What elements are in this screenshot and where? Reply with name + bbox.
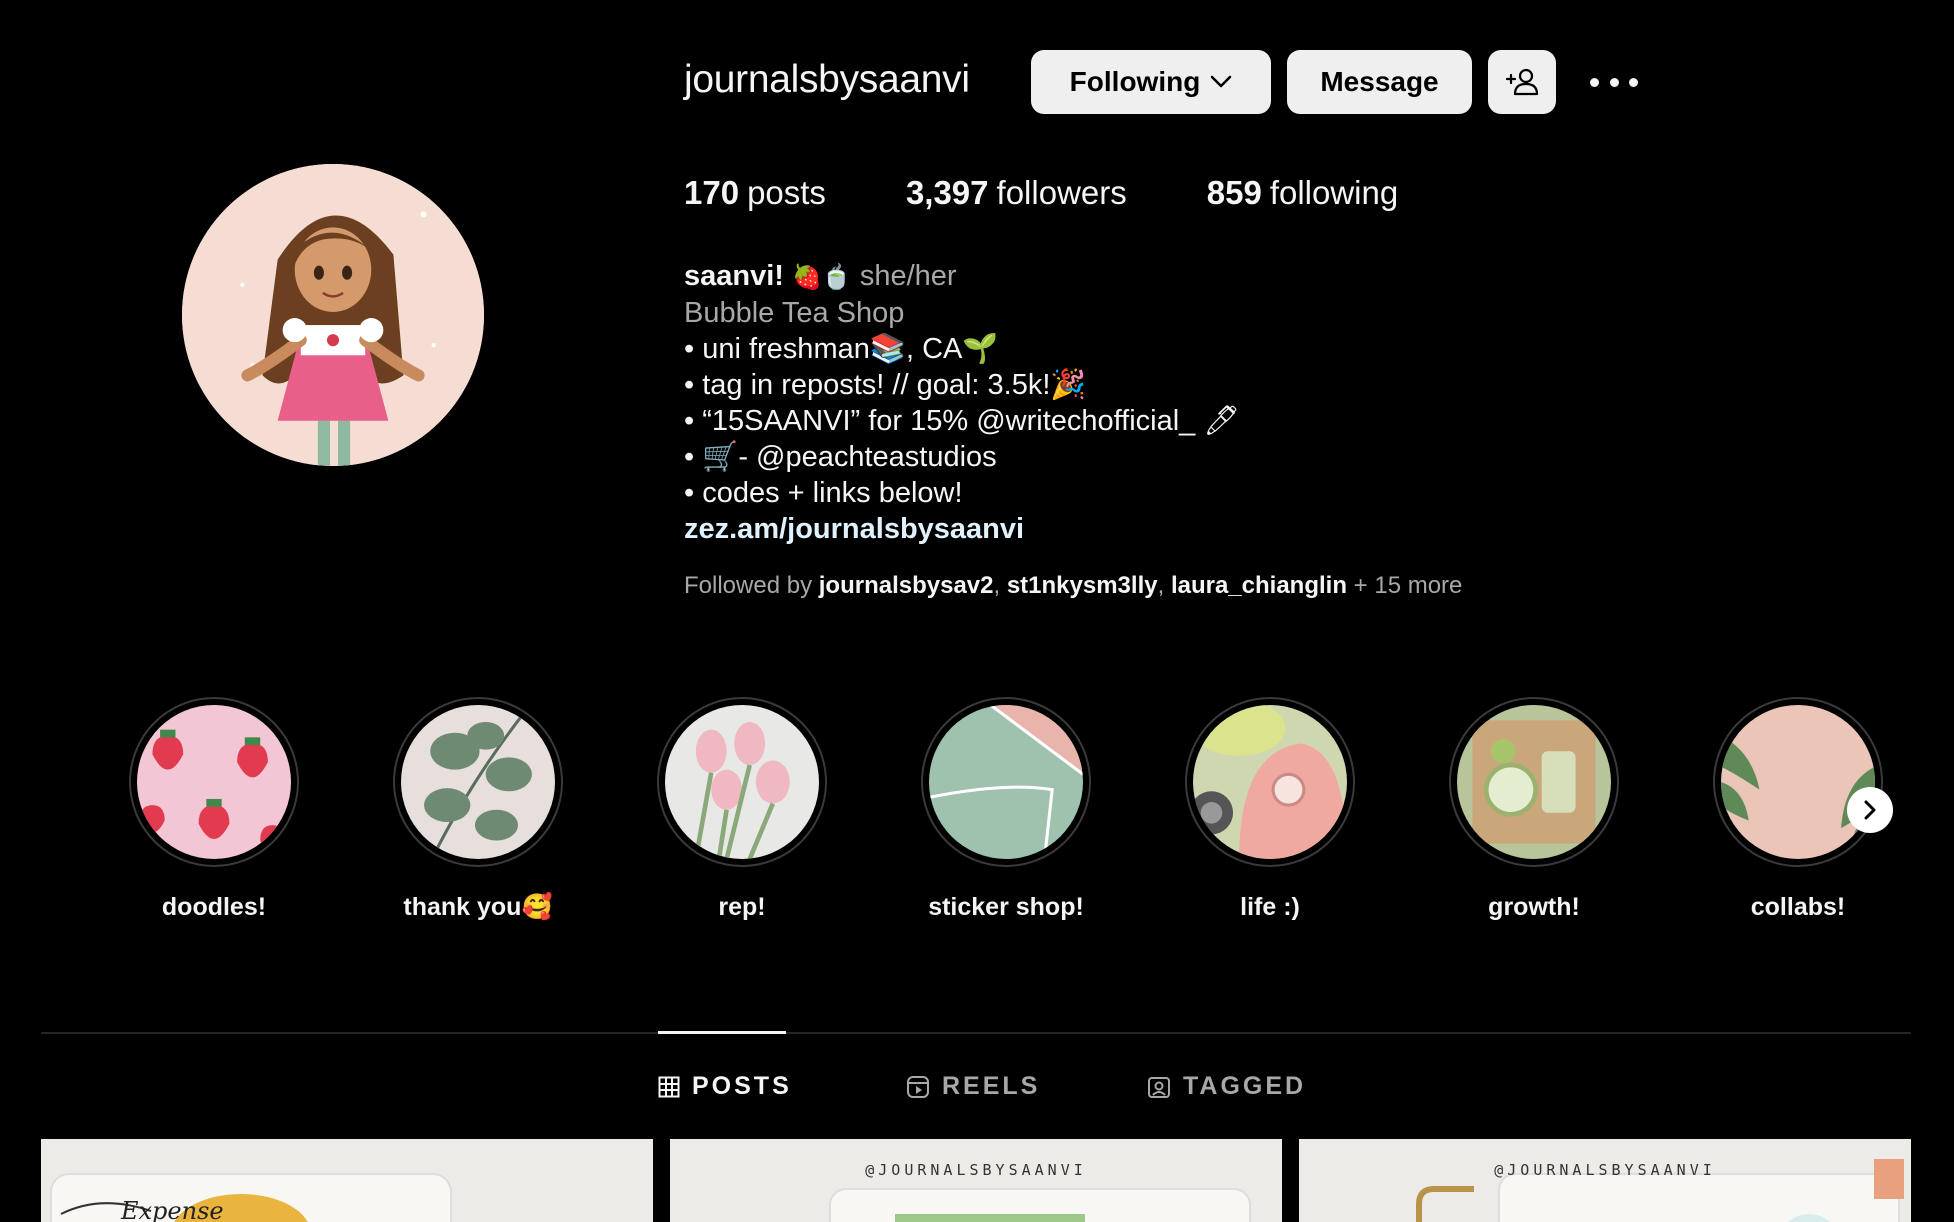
bio-pronouns: she/her — [859, 260, 957, 292]
posts-count: 170 — [684, 174, 740, 211]
tab-reels[interactable]: REELS — [906, 1072, 1040, 1101]
more-options-icon[interactable] — [1590, 64, 1638, 100]
followed-by-prefix: Followed by — [684, 572, 813, 599]
following-stat[interactable]: 859 following — [1207, 174, 1398, 212]
highlight-ring — [1185, 697, 1355, 867]
highlight-growth[interactable]: growth! — [1434, 697, 1634, 922]
bio-link[interactable]: zez.am/journalsbysaanvi — [684, 511, 1384, 547]
followed-by-user-1: journalsbysav2 — [818, 572, 994, 599]
highlight-label: growth! — [1488, 893, 1580, 921]
highlight-ring — [129, 697, 299, 867]
reels-icon — [907, 1075, 929, 1098]
suggest-users-button[interactable] — [1488, 50, 1556, 114]
posts-stat: 170 posts — [684, 174, 826, 212]
highlight-sticker-shop[interactable]: sticker shop! — [906, 697, 1106, 922]
highlight-ring — [921, 697, 1091, 867]
message-button-label: Message — [1320, 66, 1439, 97]
following-count: 859 — [1206, 174, 1262, 211]
following-button-label: Following — [1069, 66, 1201, 97]
bio-name-emojis: 🍓🍵 — [792, 263, 852, 291]
highlight-ring — [1449, 697, 1619, 867]
bio-display-name: saanvi! — [684, 260, 784, 292]
highlight-label: collabs! — [1750, 893, 1846, 921]
chevron-down-icon — [1211, 75, 1232, 88]
profile-username: journalsbysaanvi — [684, 58, 970, 101]
highlight-ring — [657, 697, 827, 867]
post-image-journal — [670, 1139, 1282, 1222]
tab-reels-label: REELS — [942, 1072, 1041, 1100]
tagged-person-icon — [1148, 1076, 1170, 1098]
active-tab-indicator — [658, 1031, 786, 1034]
profile-bio: saanvi! 🍓🍵 she/her Bubble Tea Shop • uni… — [684, 258, 1384, 547]
posts-label: posts — [747, 174, 826, 211]
post-overlay-text: Expense — [121, 1197, 224, 1222]
add-person-icon — [1505, 68, 1539, 96]
following-label: following — [1269, 174, 1399, 211]
highlight-ring — [1713, 697, 1883, 867]
followed-by[interactable]: Followed by journalsbysav2, st1nkysm3lly… — [684, 572, 1462, 600]
post-overlay-text: @JOURNALSBYSAANVI — [865, 1161, 1087, 1179]
profile-stats: 170 posts 3,397 followers 859 following — [684, 174, 1478, 212]
followed-by-more: + 15 more — [1353, 572, 1463, 599]
highlight-cover-drinks — [1457, 705, 1611, 859]
bio-name-line: saanvi! 🍓🍵 she/her — [684, 258, 1384, 295]
highlight-label: doodles! — [161, 893, 267, 921]
highlight-doodles[interactable]: doodles! — [114, 697, 314, 922]
bio-category: Bubble Tea Shop — [684, 297, 905, 329]
post-overlay-text: @JOURNALSBYSAANVI — [1494, 1161, 1716, 1179]
post-thumbnail[interactable]: @JOURNALSBYSAANVI — [670, 1139, 1282, 1222]
tab-tagged[interactable]: TAGGED — [1147, 1072, 1306, 1101]
post-thumbnail[interactable]: Expense — [41, 1139, 653, 1222]
highlight-life[interactable]: life :) — [1170, 697, 1370, 922]
bio-line-1: • uni freshman📚, CA🌱 — [684, 333, 999, 365]
following-button[interactable]: Following — [1031, 50, 1271, 114]
followers-stat[interactable]: 3,397 followers — [906, 174, 1127, 212]
post-image-clip — [1299, 1139, 1911, 1222]
bio-line-2: • tag in reposts! // goal: 3.5k!🎉 — [684, 369, 1087, 401]
tab-posts[interactable]: POSTS — [658, 1072, 792, 1101]
profile-avatar[interactable] — [182, 164, 484, 466]
profile-page: journalsbysaanvi Following Message 170 p… — [0, 0, 1954, 1222]
highlight-ring — [393, 697, 563, 867]
highlight-cover-tulips — [665, 705, 819, 859]
followed-by-user-3: laura_chianglin — [1170, 572, 1347, 599]
message-button[interactable]: Message — [1287, 50, 1472, 114]
chevron-right-icon — [1864, 800, 1876, 820]
bio-line-3: • “15SAANVI” for 15% @writechofficial_ 🖊 — [684, 405, 1241, 437]
highlight-label: rep! — [718, 893, 766, 921]
highlight-label: thank you🥰 — [403, 893, 553, 921]
highlight-label: sticker shop! — [928, 893, 1084, 921]
bio-line-4: • 🛒- @peachteastudios — [684, 441, 997, 473]
tab-posts-label: POSTS — [692, 1072, 792, 1100]
tab-tagged-label: TAGGED — [1183, 1072, 1307, 1100]
highlight-rep[interactable]: rep! — [642, 697, 842, 922]
highlight-cover-court — [929, 705, 1083, 859]
highlight-thank-you[interactable]: thank you🥰 — [378, 697, 578, 922]
highlights-next-button[interactable] — [1847, 787, 1893, 833]
avatar-illustration — [182, 164, 484, 466]
bio-line-5: • codes + links below! — [684, 477, 963, 509]
highlight-cover-strawberries — [137, 705, 291, 859]
followers-label: followers — [996, 174, 1127, 211]
post-thumbnail[interactable]: @JOURNALSBYSAANVI — [1299, 1139, 1911, 1222]
tabs-divider — [41, 1032, 1911, 1034]
highlight-cover-plants — [1721, 705, 1875, 859]
followed-by-user-2: st1nkysm3lly — [1006, 572, 1158, 599]
highlight-label: life :) — [1240, 893, 1300, 921]
followers-count: 3,397 — [905, 174, 989, 211]
highlight-cover-eucalyptus — [401, 705, 555, 859]
grid-icon — [658, 1076, 680, 1097]
highlight-cover-car — [1193, 705, 1347, 859]
